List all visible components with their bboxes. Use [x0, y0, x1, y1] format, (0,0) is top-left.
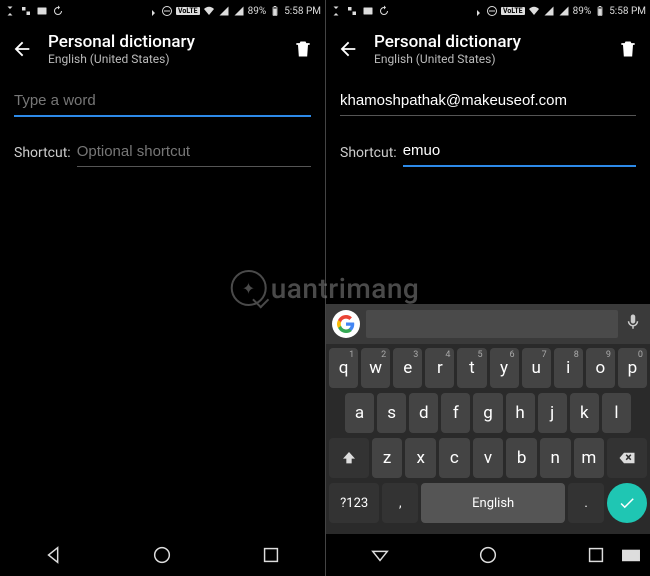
key-b[interactable]: b [506, 438, 537, 478]
symbols-key[interactable]: ?123 [329, 483, 379, 523]
status-bar: VoLTE 89% 5:58 PM [326, 0, 650, 22]
space-key[interactable]: English [421, 483, 565, 523]
wifi-icon [203, 5, 215, 17]
suggestion-bar [326, 304, 650, 344]
key-n[interactable]: n [540, 438, 571, 478]
key-s[interactable]: s [377, 393, 406, 433]
key-h[interactable]: h [506, 393, 535, 433]
comma-key[interactable]: , [382, 483, 418, 523]
clock: 5:58 PM [609, 6, 646, 17]
battery-icon [269, 5, 281, 17]
page-subtitle: English (United States) [48, 52, 289, 66]
key-z[interactable]: z [372, 438, 403, 478]
key-a[interactable]: a [345, 393, 374, 433]
shortcut-input[interactable] [403, 134, 636, 167]
key-k[interactable]: k [570, 393, 599, 433]
key-p[interactable]: 0p [618, 348, 647, 388]
keyboard: 1q2w3e4r5t6y7u8i9o0p asdfghjkl zxcvbnm ?… [326, 304, 650, 534]
toolbar: Personal dictionary English (United Stat… [326, 22, 650, 76]
bluetooth-icon [146, 5, 158, 17]
signal-icon [543, 5, 555, 17]
battery-percent: 89% [573, 6, 592, 17]
key-r[interactable]: 4r [425, 348, 454, 388]
period-key[interactable]: . [568, 483, 604, 523]
key-t[interactable]: 5t [457, 348, 486, 388]
battery-icon [594, 5, 606, 17]
key-m[interactable]: m [574, 438, 605, 478]
shortcut-label: Shortcut: [14, 145, 71, 167]
do-not-disturb-icon [161, 5, 173, 17]
enter-key[interactable] [607, 483, 647, 523]
suggestion-strip[interactable] [366, 310, 618, 338]
signal-icon [218, 5, 230, 17]
key-v[interactable]: v [473, 438, 504, 478]
nav-recent[interactable] [260, 544, 282, 566]
content-area: Shortcut: [0, 76, 325, 534]
status-icon [346, 5, 358, 17]
page-subtitle: English (United States) [374, 52, 614, 66]
key-c[interactable]: c [439, 438, 470, 478]
nav-back-down[interactable] [369, 544, 391, 566]
back-button[interactable] [8, 35, 36, 63]
key-u[interactable]: 7u [522, 348, 551, 388]
nav-back[interactable] [43, 544, 65, 566]
shift-key[interactable] [329, 438, 369, 478]
content-area: Shortcut: [326, 76, 650, 304]
key-g[interactable]: g [473, 393, 502, 433]
signal-icon [558, 5, 570, 17]
key-q[interactable]: 1q [329, 348, 358, 388]
status-bar: VoLTE 89% 5:58 PM [0, 0, 325, 22]
delete-button[interactable] [614, 35, 642, 63]
delete-button[interactable] [289, 35, 317, 63]
key-y[interactable]: 6y [490, 348, 519, 388]
refresh-icon [378, 5, 390, 17]
key-x[interactable]: x [405, 438, 436, 478]
page-title: Personal dictionary [374, 32, 614, 52]
key-o[interactable]: 9o [586, 348, 615, 388]
status-icon [330, 5, 342, 17]
mic-icon[interactable] [624, 313, 644, 335]
wifi-icon [528, 5, 540, 17]
nav-bar [326, 534, 650, 576]
volte-badge: VoLTE [501, 7, 525, 15]
toolbar: Personal dictionary English (United Stat… [0, 22, 325, 76]
status-icon [4, 5, 16, 17]
word-input[interactable] [14, 84, 311, 117]
phone-screen-right: VoLTE 89% 5:58 PM Personal dictionary En… [325, 0, 650, 576]
backspace-key[interactable] [607, 438, 647, 478]
google-icon[interactable] [332, 310, 360, 338]
key-d[interactable]: d [409, 393, 438, 433]
key-f[interactable]: f [441, 393, 470, 433]
page-title: Personal dictionary [48, 32, 289, 52]
shortcut-label: Shortcut: [340, 145, 397, 167]
refresh-icon [52, 5, 64, 17]
nav-home[interactable] [151, 544, 173, 566]
phone-screen-left: VoLTE 89% 5:58 PM Personal dictionary En… [0, 0, 325, 576]
signal-icon [233, 5, 245, 17]
key-e[interactable]: 3e [393, 348, 422, 388]
key-w[interactable]: 2w [361, 348, 390, 388]
word-input[interactable] [340, 84, 636, 116]
key-j[interactable]: j [538, 393, 567, 433]
status-icon [20, 5, 32, 17]
battery-percent: 89% [248, 6, 267, 17]
keyboard-switch-icon[interactable] [620, 544, 642, 566]
key-l[interactable]: l [602, 393, 631, 433]
image-icon [36, 5, 48, 17]
back-button[interactable] [334, 35, 362, 63]
nav-bar [0, 534, 325, 576]
nav-home[interactable] [477, 544, 499, 566]
do-not-disturb-icon [486, 5, 498, 17]
image-icon [362, 5, 374, 17]
nav-recent[interactable] [585, 544, 607, 566]
key-i[interactable]: 8i [554, 348, 583, 388]
shortcut-input[interactable] [77, 135, 311, 167]
clock: 5:58 PM [284, 6, 321, 17]
bluetooth-icon [471, 5, 483, 17]
volte-badge: VoLTE [176, 7, 200, 15]
